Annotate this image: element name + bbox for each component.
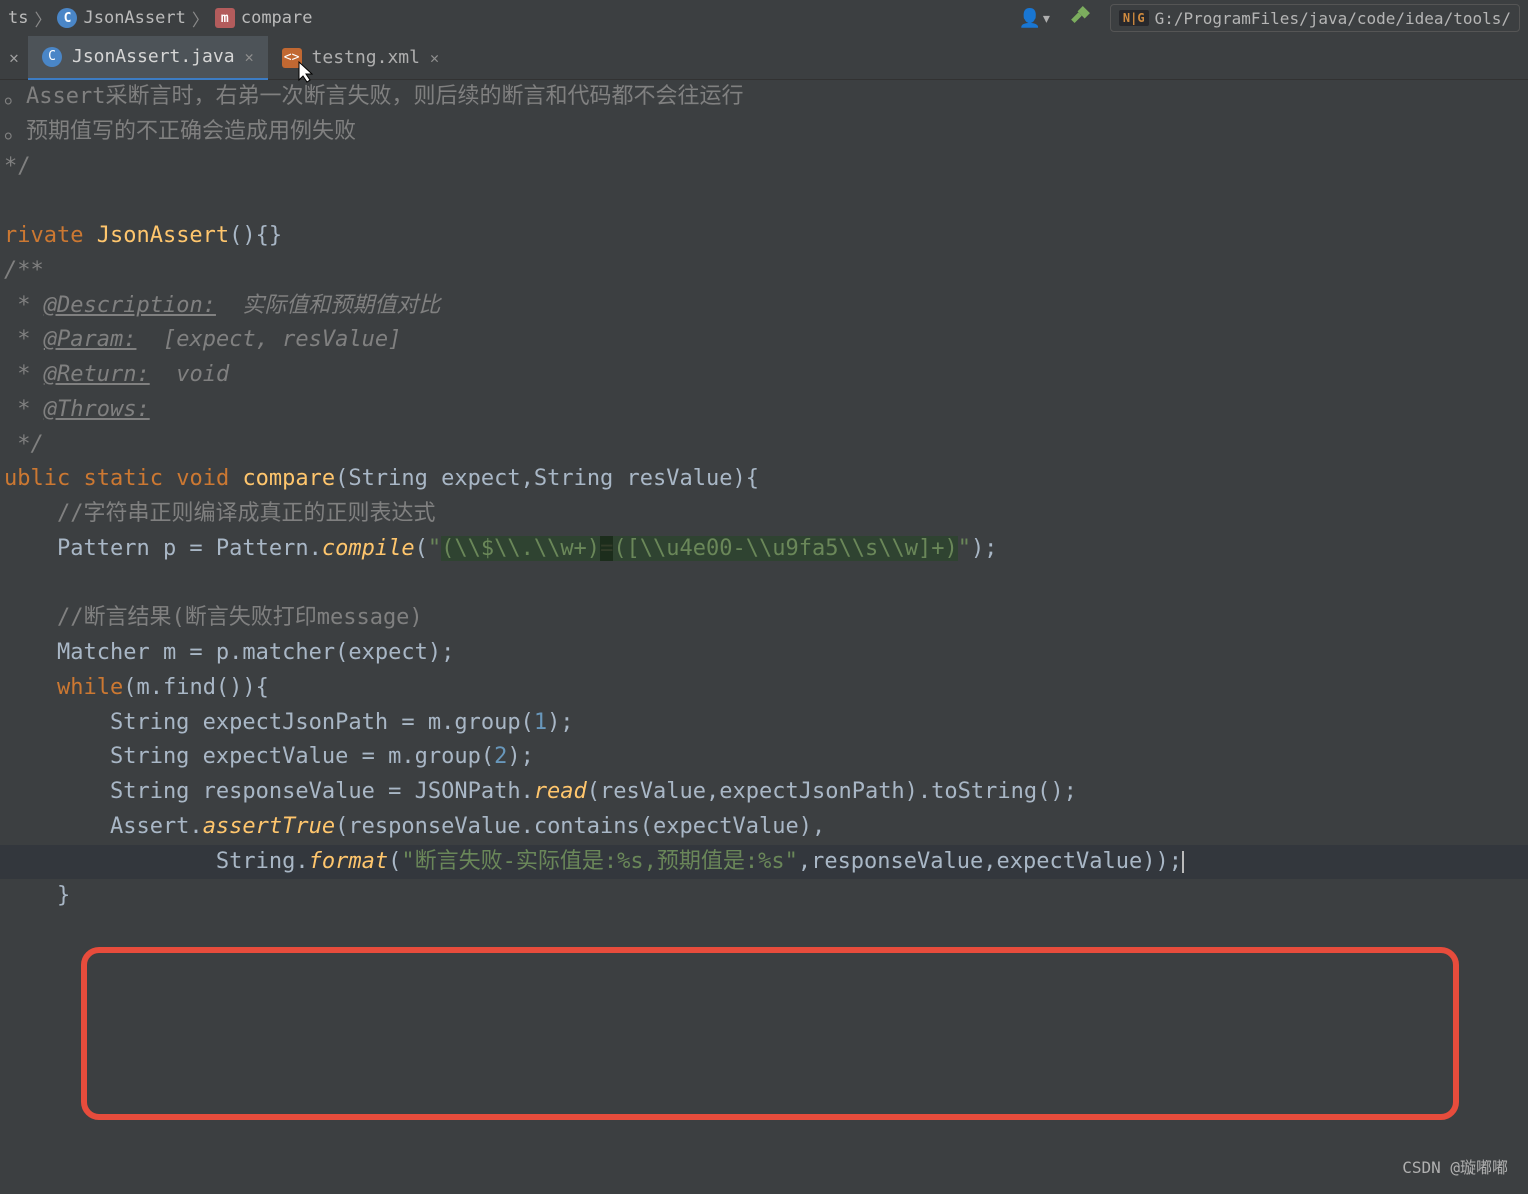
code-text: (responseValue.contains(expectValue),	[335, 814, 825, 839]
top-bar: ts 〉 C JsonAssert 〉 m compare 👤▾ N|G G:/…	[0, 0, 1528, 36]
code-text: Assert.	[4, 814, 203, 839]
code-comment: */	[4, 432, 44, 457]
code-keyword: ublic	[4, 466, 83, 491]
chevron-right-icon: 〉	[192, 6, 209, 31]
code-text: Matcher m = p.matcher(expect);	[4, 640, 454, 665]
doc-tag: @Description:	[44, 293, 216, 318]
code-comment: //字符串正则编译成真正的正则表达式	[4, 501, 435, 526]
code-text: );	[547, 710, 574, 735]
code-text: String responseValue = JSONPath.	[4, 779, 534, 804]
project-path[interactable]: N|G G:/ProgramFiles/java/code/idea/tools…	[1110, 4, 1520, 32]
code-method: compare	[242, 466, 335, 491]
code-number: 2	[494, 744, 507, 769]
breadcrumb-label: compare	[241, 8, 313, 28]
code-text: 。预期值写的不正确会造成用例失败	[4, 119, 356, 144]
code-method: format	[309, 849, 388, 874]
close-tab-icon[interactable]: ✕	[430, 49, 439, 67]
text-caret	[1182, 851, 1184, 873]
code-string: (\\$\\.\\w+)	[441, 536, 600, 561]
code-text: String expectValue = m.group(	[4, 744, 494, 769]
code-string: "	[428, 536, 441, 561]
code-text: (m.find()){	[123, 675, 269, 700]
code-text: String.	[4, 849, 309, 874]
editor-tabs: ✕ C JsonAssert.java ✕ <> testng.xml ✕	[0, 36, 1528, 80]
code-string: =	[600, 536, 613, 561]
breadcrumb-class[interactable]: C JsonAssert	[57, 8, 185, 28]
tab-testng[interactable]: <> testng.xml ✕	[268, 36, 453, 80]
doc-tag: @Param:	[44, 327, 137, 352]
code-text: );	[971, 536, 998, 561]
method-icon: m	[215, 8, 235, 28]
code-text: (String expect,String resValue){	[335, 466, 759, 491]
build-icon[interactable]	[1070, 4, 1092, 32]
code-keyword: void	[176, 466, 242, 491]
toolbar-right: 👤▾ N|G G:/ProgramFiles/java/code/idea/to…	[1019, 4, 1520, 32]
doc-tag: @Throws:	[44, 397, 150, 422]
code-method: compile	[322, 536, 415, 561]
code-text: 。Assert采断言时，右弟一次断言失败，则后续的断言和代码都不会往运行	[4, 84, 743, 109]
code-string: "断言失败-实际值是:%s,预期值是:%s"	[401, 849, 797, 874]
code-method: read	[534, 779, 587, 804]
code-keyword: rivate	[4, 223, 97, 248]
tab-label: JsonAssert.java	[72, 46, 235, 67]
code-text: */	[4, 154, 31, 179]
watermark: CSDN @璇嘟嘟	[1402, 1154, 1508, 1178]
tab-jsonassert[interactable]: C JsonAssert.java ✕	[28, 36, 268, 80]
code-keyword: static	[83, 466, 176, 491]
code-string: ([\\u4e00-\\u9fa5\\s\\w]+)	[613, 536, 957, 561]
class-icon: C	[57, 8, 77, 28]
code-keyword: while	[57, 675, 123, 700]
code-text: (){}	[229, 223, 282, 248]
ng-icon: N|G	[1119, 10, 1149, 26]
code-comment: //断言结果(断言失败打印message)	[4, 605, 423, 630]
class-icon: C	[42, 47, 62, 67]
code-text: (	[388, 849, 401, 874]
mouse-cursor-icon	[297, 60, 317, 84]
breadcrumbs: ts 〉 C JsonAssert 〉 m compare	[8, 6, 313, 31]
breadcrumb-partial[interactable]: ts	[8, 8, 28, 28]
code-type: JsonAssert	[97, 223, 229, 248]
code-editor[interactable]: 。Assert采断言时，右弟一次断言失败，则后续的断言和代码都不会往运行 。预期…	[0, 80, 1528, 914]
breadcrumb-method[interactable]: m compare	[215, 8, 313, 28]
code-number: 1	[534, 710, 547, 735]
code-comment: 实际值和预期值对比	[216, 293, 441, 318]
code-string: "	[958, 536, 971, 561]
close-tab-icon[interactable]: ✕	[245, 48, 254, 66]
annotation-highlight-box	[81, 947, 1459, 1120]
code-text: }	[4, 883, 70, 908]
code-comment: /**	[4, 258, 44, 283]
code-method: assertTrue	[203, 814, 335, 839]
code-text: (	[415, 536, 428, 561]
code-text: (resValue,expectJsonPath).toString();	[587, 779, 1077, 804]
close-icon[interactable]: ✕	[0, 36, 28, 80]
tab-label: testng.xml	[312, 47, 420, 68]
code-text: ,responseValue,expectValue));	[798, 849, 1182, 874]
user-icon[interactable]: 👤▾	[1019, 8, 1052, 29]
doc-tag: @Return:	[44, 362, 150, 387]
code-text: Pattern p = Pattern.	[4, 536, 322, 561]
chevron-right-icon: 〉	[34, 6, 51, 31]
code-text: String expectJsonPath = m.group(	[4, 710, 534, 735]
code-comment: [expect, resValue]	[136, 327, 401, 352]
code-comment: void	[150, 362, 229, 387]
code-text: );	[507, 744, 534, 769]
path-text: G:/ProgramFiles/java/code/idea/tools/	[1155, 9, 1511, 28]
breadcrumb-label: JsonAssert	[83, 8, 185, 28]
